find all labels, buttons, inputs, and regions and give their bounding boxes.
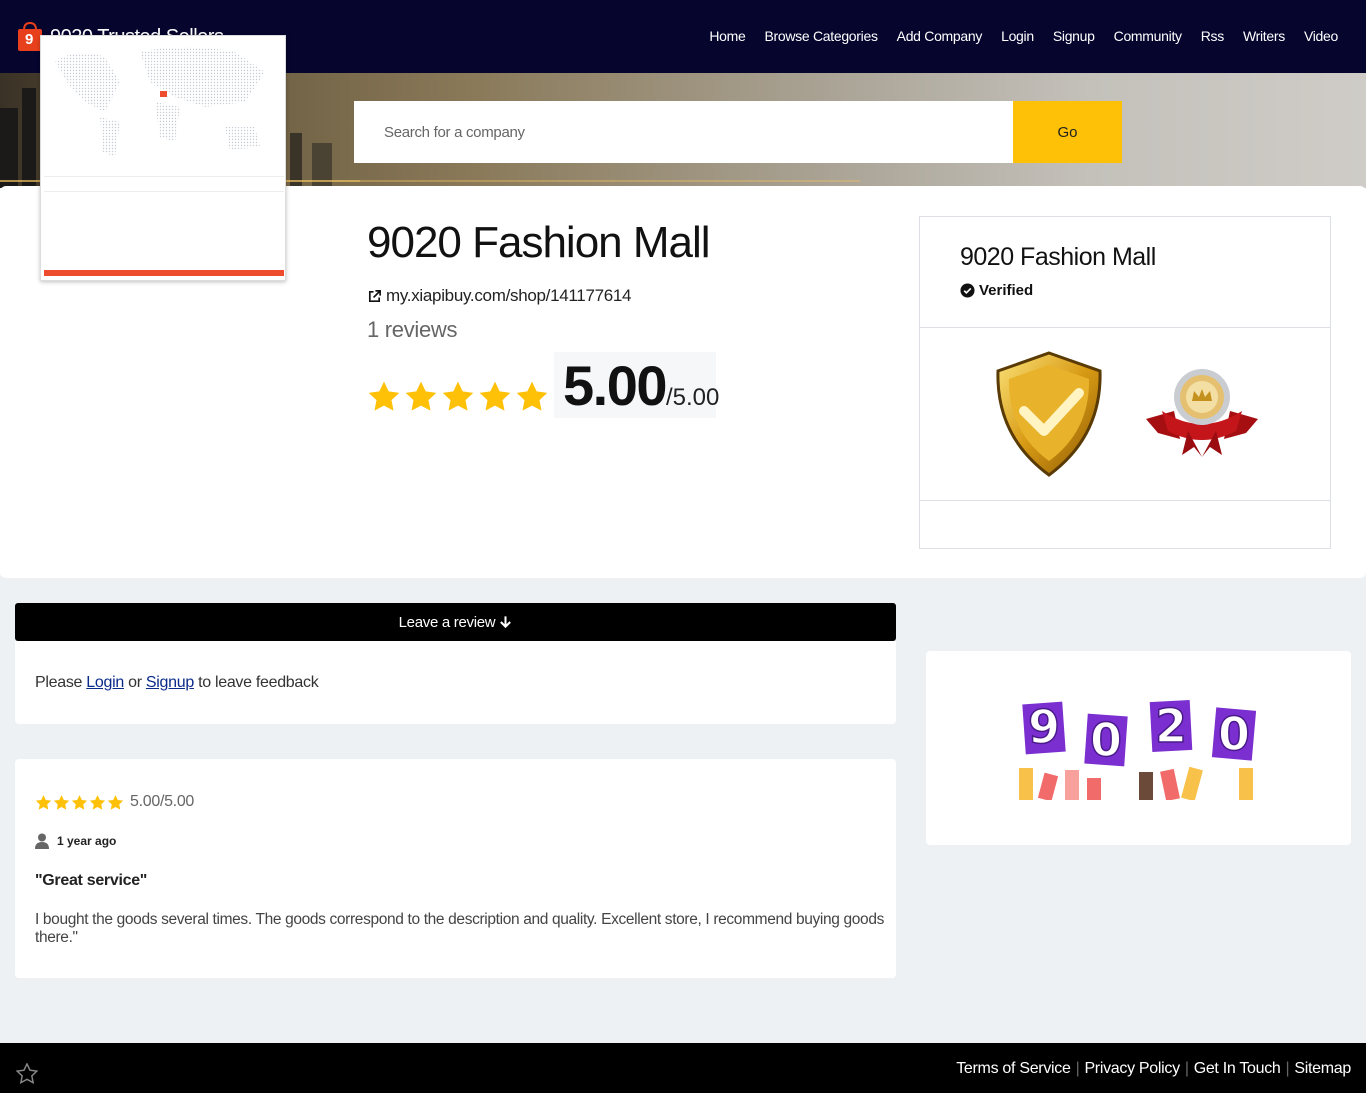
verified-badge: Verified <box>960 282 1033 299</box>
promo-card: 9 0 2 0 <box>926 651 1351 845</box>
login-link[interactable]: Login <box>86 674 124 691</box>
review-card: 5.00/5.00 1 year ago "Great service" I b… <box>15 759 896 978</box>
world-map-image <box>55 47 265 157</box>
footer-sitemap-link[interactable]: Sitemap <box>1294 1060 1351 1078</box>
company-title: 9020 Fashion Mall <box>367 218 711 267</box>
review-count: 1 reviews <box>367 317 458 342</box>
nav-add-company[interactable]: Add Company <box>897 28 983 44</box>
review-title: "Great service" <box>35 872 148 889</box>
thumbnail-divider <box>44 191 284 192</box>
star-icon <box>35 794 52 810</box>
external-link-icon <box>368 289 381 302</box>
leave-review-label: Leave a review <box>398 613 496 631</box>
company-url-text: my.xiapibuy.com/shop/141177614 <box>386 286 632 305</box>
footer: Terms of Service | Privacy Policy | Get … <box>0 1043 1366 1093</box>
star-icon <box>71 794 88 810</box>
score-value: 5.00 <box>563 354 668 417</box>
company-website-link[interactable]: my.xiapibuy.com/shop/141177614 <box>367 286 632 306</box>
star-icon <box>442 381 474 411</box>
star-icon <box>405 381 437 411</box>
promo-digit: 2 <box>1155 699 1187 753</box>
city-lights <box>360 180 860 182</box>
company-search-input[interactable] <box>354 101 1013 163</box>
score-box: 5.00 /5.00 <box>554 352 720 418</box>
skyline-building <box>22 88 36 188</box>
search-bar: Go <box>354 101 1122 163</box>
nav-browse-categories[interactable]: Browse Categories <box>764 28 877 44</box>
nav-links: Home Browse Categories Add Company Login… <box>709 28 1338 44</box>
review-rating: 5.00/5.00 <box>35 793 194 811</box>
panel-divider <box>920 327 1330 328</box>
signup-link[interactable]: Signup <box>146 674 194 691</box>
footer-contact-link[interactable]: Get In Touch <box>1194 1060 1281 1078</box>
star-icon <box>479 381 511 411</box>
star-icon <box>368 381 400 411</box>
star-icon <box>53 794 70 810</box>
nav-community[interactable]: Community <box>1114 28 1182 44</box>
footer-separator: | <box>1075 1060 1080 1077</box>
company-side-panel: 9020 Fashion Mall Verified <box>919 216 1331 549</box>
review-time: 1 year ago <box>57 834 117 848</box>
review-text: I bought the goods several times. The go… <box>35 911 884 946</box>
rating-stars <box>367 380 549 413</box>
footer-separator: | <box>1285 1060 1290 1077</box>
footer-terms-link[interactable]: Terms of Service <box>956 1060 1071 1078</box>
search-go-button[interactable]: Go <box>1013 101 1122 163</box>
thumbnail-divider <box>44 176 284 177</box>
arrow-down-icon <box>500 616 512 629</box>
footer-privacy-link[interactable]: Privacy Policy <box>1084 1060 1180 1078</box>
score-max: /5.00 <box>666 384 720 411</box>
footer-separator: | <box>1184 1060 1189 1077</box>
nav-rss[interactable]: Rss <box>1201 28 1225 44</box>
shield-check-icon <box>996 351 1102 477</box>
company-screenshot-thumbnail[interactable] <box>40 35 286 281</box>
nav-login[interactable]: Login <box>1001 28 1034 44</box>
login-prompt: Please Login or Signup to leave feedback <box>15 641 896 724</box>
login-prompt-prefix: Please <box>35 674 83 691</box>
login-prompt-or: or <box>128 674 142 691</box>
star-icon <box>107 794 124 810</box>
star-icon <box>516 381 548 411</box>
promo-digit: 9 <box>1028 700 1060 754</box>
skyline-building <box>0 108 18 188</box>
logo-digit: 9 <box>25 31 34 48</box>
user-icon <box>35 833 49 849</box>
nav-writers[interactable]: Writers <box>1243 28 1285 44</box>
panel-divider <box>920 500 1330 501</box>
promo-digit: 0 <box>1218 707 1250 761</box>
login-prompt-suffix: to leave feedback <box>198 674 319 691</box>
cheering-hands-9020-illustration: 9 0 2 0 <box>1019 698 1257 800</box>
medal-ribbon-icon <box>1146 369 1258 457</box>
check-circle-icon <box>960 283 975 298</box>
nav-video[interactable]: Video <box>1304 28 1338 44</box>
nav-home[interactable]: Home <box>709 28 745 44</box>
nav-signup[interactable]: Signup <box>1053 28 1095 44</box>
verified-label: Verified <box>979 282 1034 299</box>
star-outline-icon[interactable] <box>16 1063 38 1084</box>
thumbnail-footer-bar <box>44 270 284 276</box>
promo-digit: 0 <box>1090 713 1122 767</box>
reviewer-info: 1 year ago <box>35 833 116 849</box>
leave-review-button[interactable]: Leave a review <box>15 603 896 641</box>
footer-links: Terms of Service | Privacy Policy | Get … <box>956 1060 1351 1078</box>
review-score: 5.00/5.00 <box>130 793 195 810</box>
star-icon <box>89 794 106 810</box>
side-company-name: 9020 Fashion Mall <box>960 243 1156 271</box>
